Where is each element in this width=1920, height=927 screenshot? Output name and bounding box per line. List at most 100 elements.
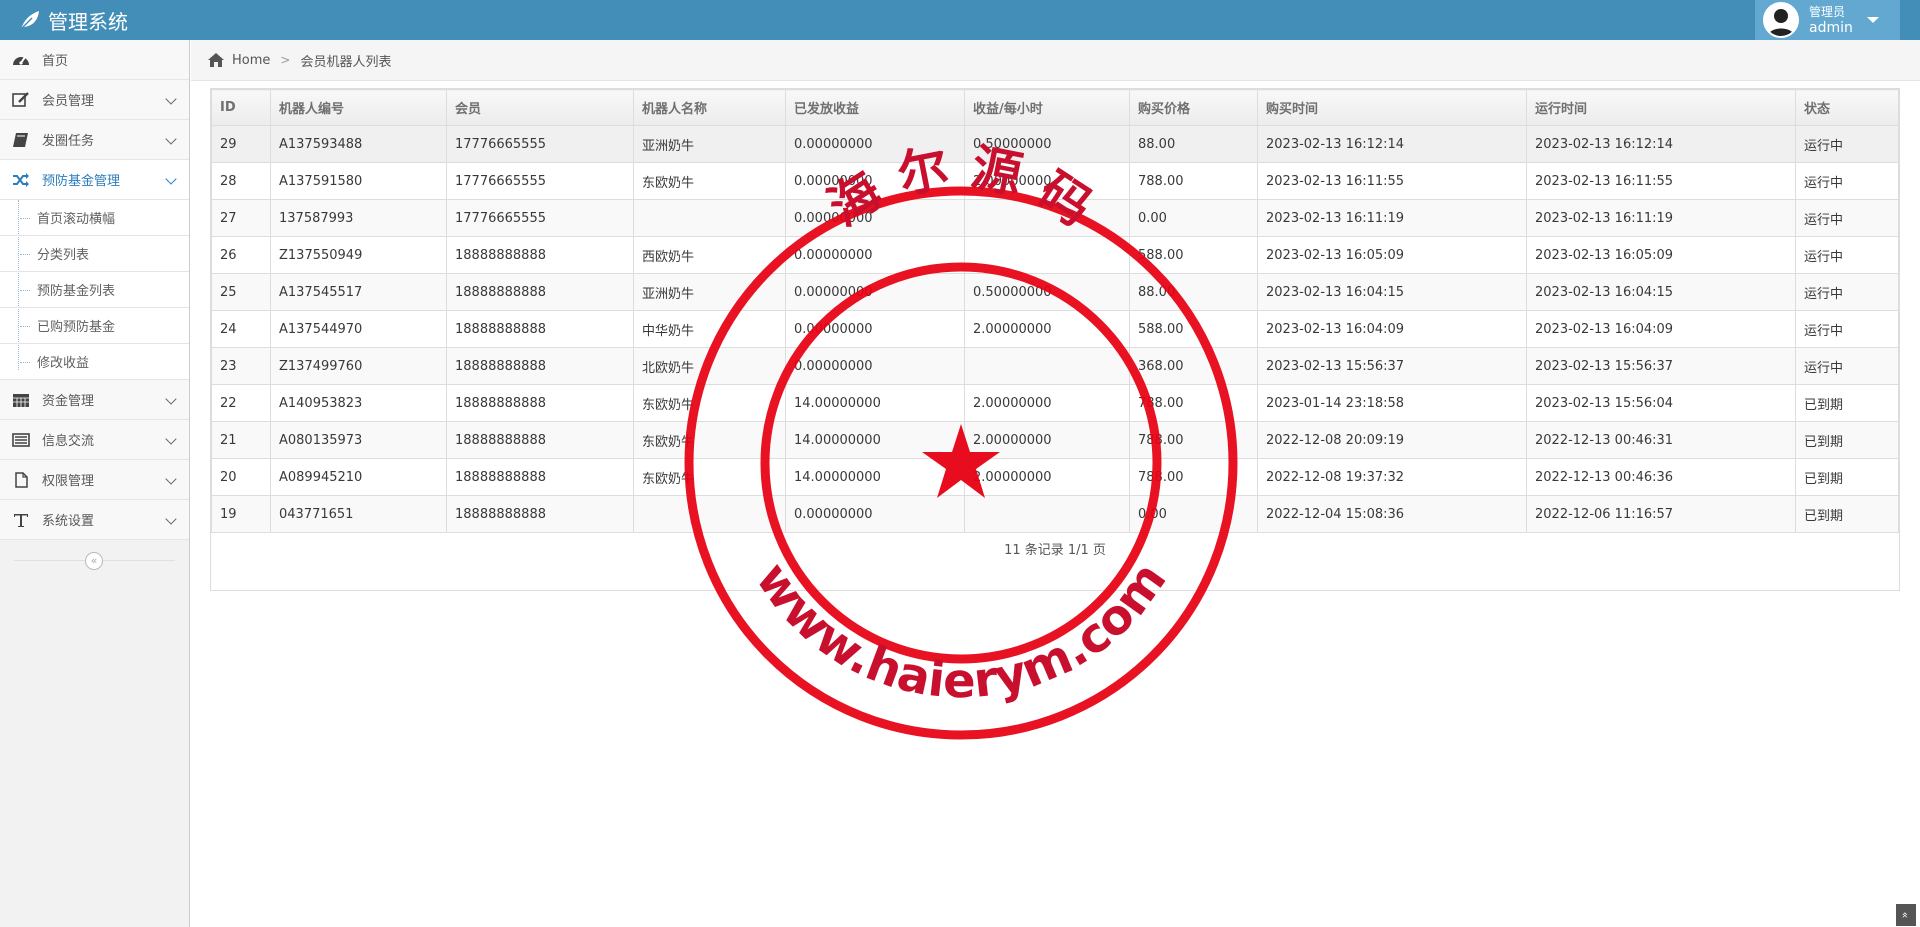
- sidebar-item-home[interactable]: 首页: [0, 40, 189, 80]
- leaf-icon: [20, 11, 39, 30]
- table-cell: 已到期: [1795, 421, 1899, 459]
- table-cell: 2022-12-06 11:16:57: [1526, 495, 1796, 533]
- table-cell: 2.00000000: [964, 162, 1130, 200]
- table-row[interactable]: 25 A137545517 18888888888 亚洲奶牛 0.00000000 0.5…: [211, 273, 1899, 311]
- breadcrumb-home[interactable]: Home: [232, 53, 270, 68]
- sidebar-item-label: 首页: [42, 54, 69, 69]
- edit-icon: [12, 91, 30, 108]
- table-cell: [964, 236, 1130, 274]
- table-row[interactable]: 24 A137544970 18888888888 中华奶牛 0.00000000 2.0…: [211, 310, 1899, 348]
- sidebar-item-label: 预防基金管理: [42, 174, 121, 189]
- submenu-label: 分类列表: [37, 248, 90, 263]
- submenu-dot: [20, 362, 30, 363]
- table-cell: [964, 495, 1130, 533]
- table-cell: 0.00000000: [785, 162, 965, 200]
- table-cell: 18888888888: [446, 273, 634, 311]
- table-cell: 18888888888: [446, 347, 634, 385]
- table-cell: 14.00000000: [785, 384, 965, 422]
- sidebar-item-settings[interactable]: 系统设置: [0, 500, 189, 540]
- column-header[interactable]: 会员: [446, 89, 634, 126]
- table-cell: 2023-02-13 16:05:09: [1257, 236, 1527, 274]
- table-row[interactable]: 19 043771651 18888888888 0.00000000 0.00 2022…: [211, 495, 1899, 533]
- file-icon: [12, 471, 30, 488]
- sidebar-item-label: 资金管理: [42, 394, 95, 409]
- sidebar-item-fund[interactable]: 预防基金管理: [0, 160, 189, 200]
- calendar-icon: [12, 392, 30, 408]
- table-cell: 788.00: [1129, 162, 1258, 200]
- robot-list-panel: ID 机器人编号 会员 机器人名称 已发放收益 收益/每小时 购买价格 购买时间…: [210, 88, 1900, 591]
- sidebar-item-messages[interactable]: 信息交流: [0, 420, 189, 460]
- table-cell: 588.00: [1129, 310, 1258, 348]
- table-cell: 0.00: [1129, 495, 1258, 533]
- sidebar-item-finance[interactable]: 资金管理: [0, 380, 189, 420]
- table-cell: 18888888888: [446, 310, 634, 348]
- sidebar-item-members[interactable]: 会员管理: [0, 80, 189, 120]
- book-icon: [12, 132, 30, 148]
- submenu-item-purchased[interactable]: 已购预防基金: [0, 308, 189, 344]
- table-cell: 运行中: [1795, 125, 1899, 163]
- table-cell: 88.00: [1129, 273, 1258, 311]
- table-cell: 2023-02-13 16:11:19: [1257, 199, 1527, 237]
- user-menu[interactable]: 管理员 admin: [1755, 0, 1900, 40]
- brand[interactable]: 管理系统: [18, 3, 128, 37]
- table-cell: 19: [211, 495, 271, 533]
- submenu-item-categories[interactable]: 分类列表: [0, 236, 189, 272]
- table-cell: 24: [211, 310, 271, 348]
- column-header[interactable]: 运行时间: [1526, 89, 1796, 126]
- table-cell: 东欧奶牛: [633, 458, 786, 496]
- sidebar-item-permissions[interactable]: 权限管理: [0, 460, 189, 500]
- submenu-dot: [20, 326, 30, 327]
- table-row[interactable]: 29 A137593488 17776665555 亚洲奶牛 0.00000000 0.5…: [211, 125, 1899, 163]
- table-row[interactable]: 26 Z137550949 18888888888 西欧奶牛 0.00000000 588…: [211, 236, 1899, 274]
- table-cell: 中华奶牛: [633, 310, 786, 348]
- table-cell: 2.00000000: [964, 384, 1130, 422]
- submenu-label: 首页滚动横幅: [37, 212, 116, 227]
- random-icon: [12, 172, 30, 188]
- table-cell: 0.50000000: [964, 273, 1130, 311]
- sidebar-item-label: 信息交流: [42, 434, 95, 449]
- column-header[interactable]: 购买时间: [1257, 89, 1527, 126]
- submenu-item-edit-earnings[interactable]: 修改收益: [0, 344, 189, 380]
- table-cell: 28: [211, 162, 271, 200]
- table-cell: A137591580: [270, 162, 447, 200]
- column-header[interactable]: 机器人名称: [633, 89, 786, 126]
- collapse-sidebar-button[interactable]: «: [85, 552, 103, 570]
- user-icon: [1765, 4, 1797, 36]
- table-row[interactable]: 20 A089945210 18888888888 东欧奶牛 14.00000000 2.…: [211, 458, 1899, 496]
- column-header[interactable]: 购买价格: [1129, 89, 1258, 126]
- table-cell: 2022-12-13 00:46:36: [1526, 458, 1796, 496]
- submenu-item-banner[interactable]: 首页滚动横幅: [0, 200, 189, 236]
- column-header[interactable]: 机器人编号: [270, 89, 447, 126]
- table-cell: 2023-02-13 16:11:55: [1257, 162, 1527, 200]
- table-cell: 运行中: [1795, 347, 1899, 385]
- chevron-down-icon: [165, 433, 177, 445]
- column-header[interactable]: 已发放收益: [785, 89, 965, 126]
- column-header[interactable]: ID: [211, 89, 271, 126]
- scroll-to-top-button[interactable]: »: [1896, 904, 1916, 926]
- table-row[interactable]: 23 Z137499760 18888888888 北欧奶牛 0.00000000 368…: [211, 347, 1899, 385]
- table-row[interactable]: 22 A140953823 18888888888 东欧奶牛 14.00000000 2.…: [211, 384, 1899, 422]
- table-cell: 2023-02-13 16:12:14: [1257, 125, 1527, 163]
- sidebar-item-label: 权限管理: [42, 474, 95, 489]
- table-cell: 0.50000000: [964, 125, 1130, 163]
- table-cell: A137593488: [270, 125, 447, 163]
- table-cell: 18888888888: [446, 236, 634, 274]
- table-cell: 2023-02-13 16:12:14: [1526, 125, 1796, 163]
- table-cell: 27: [211, 199, 271, 237]
- submenu-item-fund-list[interactable]: 预防基金列表: [0, 272, 189, 308]
- table-cell: 88.00: [1129, 125, 1258, 163]
- column-header[interactable]: 状态: [1795, 89, 1899, 126]
- table-row[interactable]: 21 A080135973 18888888888 东欧奶牛 14.00000000 2.…: [211, 421, 1899, 459]
- sidebar-item-tasks[interactable]: 发圈任务: [0, 120, 189, 160]
- table-cell: 已到期: [1795, 384, 1899, 422]
- column-header[interactable]: 收益/每小时: [964, 89, 1130, 126]
- table-cell: 已到期: [1795, 458, 1899, 496]
- top-navbar: 管理系统 管理员 admin: [0, 0, 1920, 40]
- table-cell: 2023-01-14 23:18:58: [1257, 384, 1527, 422]
- submenu-label: 修改收益: [37, 356, 90, 371]
- table-header-row: ID 机器人编号 会员 机器人名称 已发放收益 收益/每小时 购买价格 购买时间…: [211, 89, 1899, 126]
- table-row[interactable]: 28 A137591580 17776665555 东欧奶牛 0.00000000 2.0…: [211, 162, 1899, 200]
- table-cell: 137587993: [270, 199, 447, 237]
- table-row[interactable]: 27 137587993 17776665555 0.00000000 0.00 2023…: [211, 199, 1899, 237]
- table-body: 29 A137593488 17776665555 亚洲奶牛 0.00000000 0.5…: [211, 125, 1899, 533]
